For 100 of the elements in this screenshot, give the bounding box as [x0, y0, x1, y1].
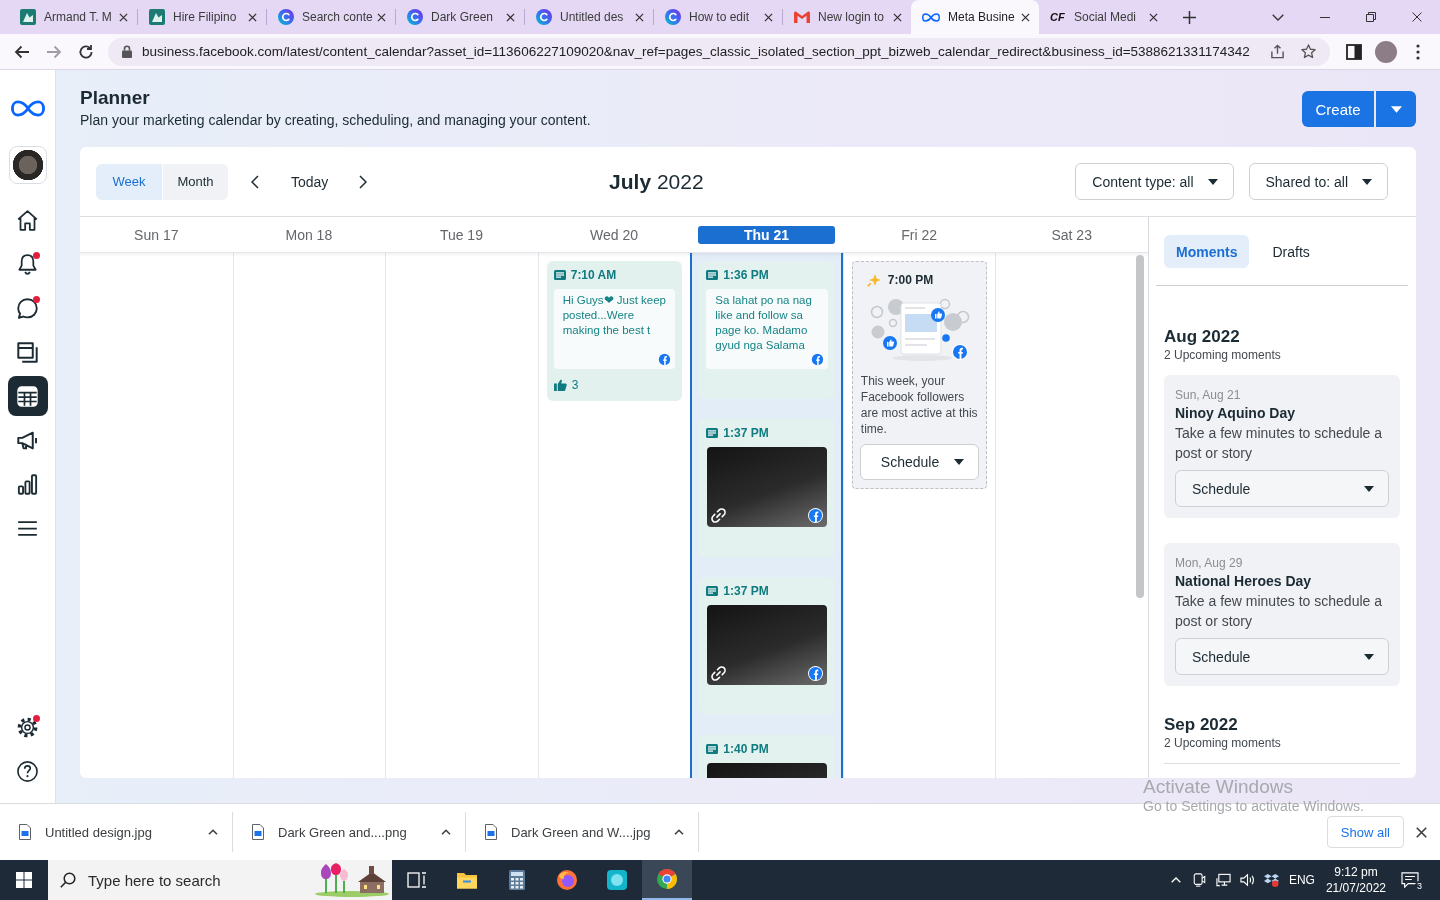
- speaker-icon[interactable]: [1240, 873, 1256, 887]
- page-title: Planner: [80, 86, 151, 110]
- panel-tab[interactable]: Drafts: [1260, 235, 1322, 268]
- clock-date[interactable]: 21/07/2022: [1325, 880, 1386, 896]
- reload-icon[interactable]: [78, 43, 94, 60]
- settings-icon: [17, 716, 38, 738]
- ring-favicon-icon: [278, 9, 294, 25]
- chevron-up-icon[interactable]: [208, 829, 218, 835]
- create-button[interactable]: Create: [1302, 91, 1374, 127]
- language-indicator[interactable]: ENG: [1287, 873, 1316, 887]
- side-panel-icon[interactable]: [1346, 43, 1362, 60]
- schedule-dropdown[interactable]: Schedule: [1175, 470, 1389, 507]
- minimize-icon[interactable]: [1320, 16, 1330, 18]
- chat-bubble-icon: [17, 297, 38, 319]
- notification-icon[interactable]: [1401, 872, 1419, 888]
- chevron-right-icon[interactable]: [359, 174, 368, 189]
- caret-icon: [1390, 105, 1402, 113]
- new-tab-icon[interactable]: [1183, 10, 1196, 24]
- panel-tab[interactable]: Moments: [1164, 235, 1250, 268]
- browser-tab[interactable]: Dark Green: [396, 0, 524, 34]
- close-icon[interactable]: [1021, 12, 1030, 22]
- page-avatar[interactable]: [8, 146, 47, 184]
- schedule-dropdown[interactable]: Schedule: [1175, 638, 1389, 675]
- close-icon[interactable]: [1149, 12, 1158, 22]
- ring-favicon-icon: [665, 9, 681, 25]
- sidebar-item[interactable]: [7, 376, 48, 416]
- close-icon[interactable]: [119, 12, 128, 22]
- chevron-up-icon[interactable]: [441, 829, 451, 835]
- chevron-up-icon[interactable]: [674, 829, 684, 835]
- browser-tab[interactable]: Armand T. M: [9, 0, 137, 34]
- post-card[interactable]: 1:37 PM: [699, 577, 835, 715]
- task-view-icon: [407, 870, 427, 890]
- close-icon[interactable]: [248, 12, 257, 22]
- view-tab[interactable]: Month: [163, 163, 228, 200]
- back-arrow-icon[interactable]: [14, 43, 30, 60]
- post-text: Sa lahat po na nag like and follow sa page ko. Madamo gyud nga Salama: [715, 293, 813, 353]
- moment-description: Take a few minutes to schedule a post or story: [1175, 592, 1383, 631]
- post-icon: [706, 586, 719, 596]
- browser-tab[interactable]: Meta Busine: [911, 0, 1039, 34]
- share-icon[interactable]: [1270, 44, 1285, 59]
- post-card[interactable]: 1:37 PM: [699, 419, 835, 557]
- taskbar-search-field[interactable]: Type here to search: [48, 860, 392, 900]
- site-initials: CF: [1050, 11, 1066, 23]
- site-favicon-icon: [149, 9, 165, 25]
- browser-tab[interactable]: Hire Filipino: [138, 0, 266, 34]
- star-icon[interactable]: [1301, 44, 1316, 59]
- close-icon[interactable]: [1412, 12, 1422, 22]
- scrollbar-thumb[interactable]: [1136, 255, 1144, 598]
- download-item[interactable]: Dark Green and W....jpg: [466, 812, 699, 852]
- post-icon: [706, 428, 719, 438]
- megaphone-icon: [17, 429, 38, 451]
- browser-tab[interactable]: How to edit: [654, 0, 782, 34]
- sparkle-icon: [866, 273, 881, 287]
- filter-dropdown[interactable]: Content type: all: [1075, 163, 1234, 200]
- restore-icon[interactable]: [1366, 12, 1376, 22]
- lock-icon[interactable]: [122, 45, 132, 58]
- browser-tab[interactable]: Search conte: [267, 0, 395, 34]
- like-count: 3: [571, 378, 579, 392]
- camera-icon[interactable]: [1192, 873, 1208, 887]
- day-label: Tue 19: [438, 225, 484, 244]
- search-input[interactable]: Type here to search: [88, 870, 302, 890]
- close-icon[interactable]: [377, 12, 386, 22]
- close-icon[interactable]: [764, 12, 773, 22]
- clock-time[interactable]: 9:12 pm: [1334, 864, 1378, 880]
- infinity-logo-icon[interactable]: [10, 100, 45, 117]
- more-options-icon[interactable]: [1416, 43, 1420, 60]
- post-card[interactable]: 7:10 AM Hi Guys❤ Just keep posted...Were making the best t 3: [546, 261, 683, 401]
- start-icon[interactable]: [16, 872, 32, 888]
- cloud-box-icon[interactable]: [1264, 873, 1280, 887]
- filter-dropdown[interactable]: Shared to: all: [1248, 163, 1388, 200]
- taskbar-app[interactable]: [642, 860, 692, 900]
- post-card[interactable]: 1:36 PM Sa lahat po na nag like and follow sa page ko. Madamo gyud nga Salama: [699, 261, 835, 399]
- network-icon[interactable]: [1216, 873, 1232, 887]
- close-icon[interactable]: [506, 12, 515, 22]
- browser-tab[interactable]: New login to: [783, 0, 911, 34]
- download-item[interactable]: Dark Green and....png: [233, 812, 466, 852]
- suggestion-message: This week, your Facebook followers are most active at this time.: [859, 373, 979, 437]
- post-time: 1:37 PM: [723, 584, 769, 598]
- chevron-left-icon[interactable]: [251, 174, 259, 189]
- profile-avatar[interactable]: [1375, 40, 1397, 63]
- show-all-button[interactable]: Show all: [1326, 816, 1404, 848]
- search-icon: [60, 872, 76, 888]
- chevron-down-icon[interactable]: [1272, 13, 1284, 21]
- activation-message: Go to Settings to activate Windows.: [1143, 798, 1364, 814]
- browser-logo-icon: [657, 869, 677, 889]
- create-menu-button[interactable]: [1376, 91, 1416, 127]
- close-icon[interactable]: [893, 12, 902, 22]
- post-card[interactable]: 1:40 PM: [699, 735, 835, 778]
- fox-globe-icon: [557, 870, 577, 890]
- schedule-dropdown[interactable]: Schedule: [859, 444, 980, 480]
- view-tab[interactable]: Week: [96, 163, 162, 200]
- post-time: 7:10 AM: [570, 268, 617, 282]
- address-bar[interactable]: business.facebook.com/latest/content_calendar?asset_id=113606227109020&nav_ref=pages_classic_isolated_section_ppt_bizweb_calendar_redirect&business_id=5388621331174342: [108, 37, 1330, 66]
- today-button[interactable]: Today: [283, 163, 337, 200]
- close-icon[interactable]: [635, 12, 644, 22]
- browser-tab[interactable]: CF Social Medi: [1039, 0, 1167, 34]
- thumbs-up-icon: [553, 379, 567, 391]
- browser-tab[interactable]: Untitled des: [525, 0, 653, 34]
- download-item[interactable]: Untitled design.jpg: [0, 812, 233, 852]
- close-icon[interactable]: [1416, 826, 1427, 838]
